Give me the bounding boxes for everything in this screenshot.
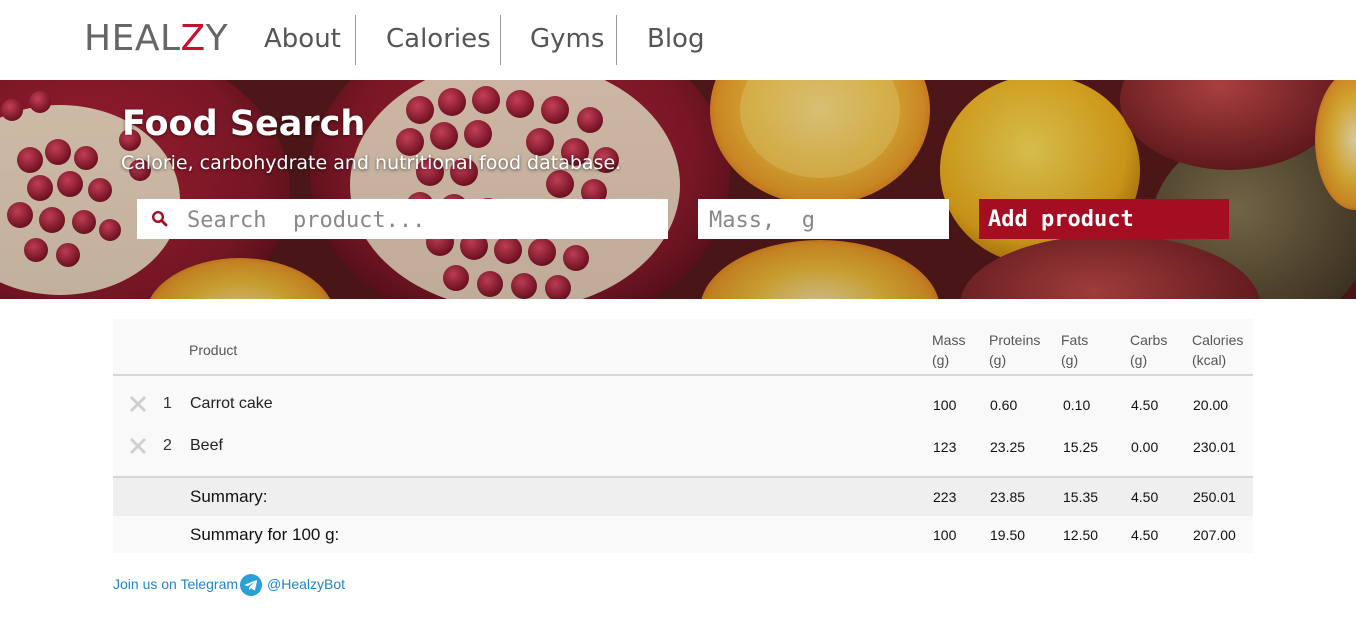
search-input[interactable] xyxy=(185,203,659,237)
summary-fats: 15.35 xyxy=(1063,489,1099,505)
summary-row: Summary: 223 23.85 15.35 4.50 250.01 xyxy=(113,476,1253,516)
row-number: 2 xyxy=(163,437,172,454)
delete-row-icon[interactable] xyxy=(129,436,147,456)
nutrition-table: Product Mass (g) Proteins (g) Fats (g) Carb… xyxy=(113,319,1253,553)
nav-divider xyxy=(500,15,501,65)
cell-carbs: 0.00 xyxy=(1131,439,1159,455)
mass-box xyxy=(698,199,949,239)
summary100-fats: 12.50 xyxy=(1063,527,1099,543)
header-calories: Calories (kcal) xyxy=(1192,332,1244,368)
summary-proteins: 23.85 xyxy=(990,489,1026,505)
nav-calories[interactable]: Calories xyxy=(386,24,491,54)
delete-row-icon[interactable] xyxy=(129,394,147,414)
summary-calories: 250.01 xyxy=(1193,489,1236,505)
cell-proteins: 0.60 xyxy=(990,397,1018,413)
cell-fats: 0.10 xyxy=(1063,397,1091,413)
cell-mass: 100 xyxy=(933,397,957,413)
cell-carbs: 4.50 xyxy=(1131,397,1159,413)
search-box xyxy=(137,199,668,239)
page-subtitle: Calorie, carbohydrate and nutritional fo… xyxy=(121,152,622,174)
header-carbs: Carbs (g) xyxy=(1130,332,1168,368)
row-number: 1 xyxy=(163,395,172,412)
nav-gyms[interactable]: Gyms xyxy=(530,24,604,54)
logo[interactable]: HEALZY xyxy=(84,18,228,59)
cell-fats: 15.25 xyxy=(1063,439,1099,455)
header-fats: Fats (g) xyxy=(1061,332,1089,368)
summary-label: Summary: xyxy=(190,487,268,506)
hero-banner: Food Search Calorie, carbohydrate and nu… xyxy=(0,80,1356,299)
table-row: 2 Beef 123 23.25 15.25 0.00 230.01 xyxy=(113,426,1253,468)
cell-calories: 20.00 xyxy=(1193,397,1229,413)
summary100-proteins: 19.50 xyxy=(990,527,1026,543)
nav-divider xyxy=(616,15,617,65)
product-name: Beef xyxy=(190,437,223,454)
summary100-mass: 100 xyxy=(933,527,957,543)
page-title: Food Search xyxy=(122,104,366,144)
mass-input[interactable] xyxy=(707,203,941,237)
telegram-icon[interactable] xyxy=(240,574,262,596)
cell-mass: 123 xyxy=(933,439,957,455)
summary100-calories: 207.00 xyxy=(1193,527,1236,543)
summary-carbs: 4.50 xyxy=(1131,489,1159,505)
summary-100g-row: Summary for 100 g: 100 19.50 12.50 4.50 … xyxy=(113,516,1253,553)
table-row: 1 Carrot cake 100 0.60 0.10 4.50 20.00 xyxy=(113,384,1253,426)
add-product-button[interactable]: Add product xyxy=(979,199,1229,239)
cell-calories: 230.01 xyxy=(1193,439,1236,455)
summary-mass: 223 xyxy=(933,489,957,505)
product-name: Carrot cake xyxy=(190,395,273,412)
cell-proteins: 23.25 xyxy=(990,439,1026,455)
nav-blog[interactable]: Blog xyxy=(647,24,704,54)
summary100-carbs: 4.50 xyxy=(1131,527,1159,543)
nav-divider xyxy=(355,15,356,65)
telegram-join-text[interactable]: Join us on Telegram xyxy=(113,576,238,592)
top-navbar: HEALZY About Calories Gyms Blog xyxy=(0,0,1356,81)
telegram-bot-link[interactable]: @HealzyBot xyxy=(267,576,345,592)
header-mass: Mass (g) xyxy=(932,332,966,368)
summary-100g-label: Summary for 100 g: xyxy=(190,525,340,544)
header-product: Product xyxy=(189,342,238,358)
header-proteins: Proteins (g) xyxy=(989,332,1041,368)
search-icon xyxy=(151,210,168,227)
nav-about[interactable]: About xyxy=(264,24,341,54)
table-header: Product Mass (g) Proteins (g) Fats (g) Carb… xyxy=(113,319,1253,376)
